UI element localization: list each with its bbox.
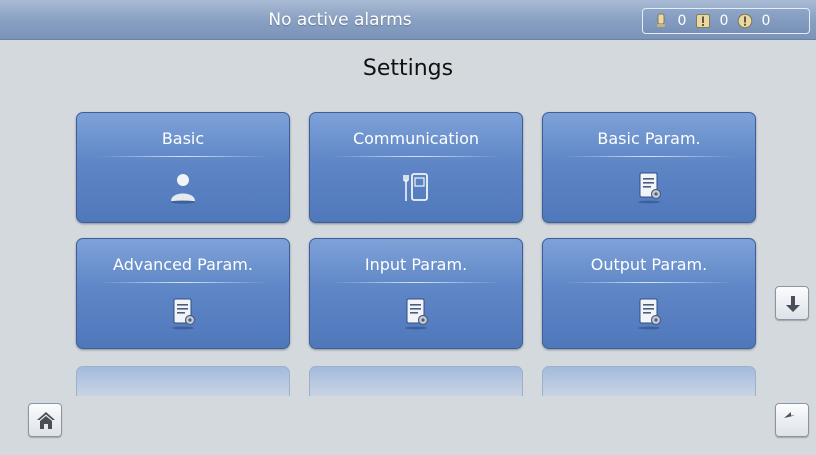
tile-label: Input Param. bbox=[364, 255, 468, 274]
minor-alarm-count: 0 bbox=[761, 13, 771, 29]
tile-output-param[interactable]: Output Param. bbox=[542, 238, 756, 349]
tile-basic-param[interactable]: Basic Param. bbox=[542, 112, 756, 223]
status-bar: No active alarms 0 0 0 bbox=[0, 0, 816, 40]
home-button[interactable] bbox=[28, 403, 62, 437]
tile-communication[interactable]: Communication bbox=[309, 112, 523, 223]
major-alarm-count: 0 bbox=[719, 13, 729, 29]
tile-next-row-partial bbox=[542, 366, 756, 396]
tile-divider bbox=[330, 156, 502, 157]
back-button[interactable] bbox=[775, 403, 809, 437]
tile-label: Basic bbox=[161, 129, 205, 148]
tile-label: Basic Param. bbox=[597, 129, 701, 148]
tile-label: Communication bbox=[352, 129, 480, 148]
page-title: Settings bbox=[362, 56, 454, 81]
tile-advanced-param[interactable]: Advanced Param. bbox=[76, 238, 290, 349]
home-icon bbox=[37, 412, 55, 429]
tile-divider bbox=[563, 282, 735, 283]
critical-alarm-icon bbox=[657, 13, 665, 27]
tile-label: Output Param. bbox=[590, 255, 708, 274]
tile-divider bbox=[97, 156, 269, 157]
document-settings-icon bbox=[638, 172, 662, 204]
alarm-status-text: No active alarms bbox=[268, 10, 412, 30]
alarm-counters-button[interactable]: 0 0 0 bbox=[642, 8, 810, 34]
user-icon bbox=[171, 174, 195, 204]
back-arrow-icon bbox=[784, 412, 795, 418]
document-settings-icon bbox=[172, 298, 196, 330]
document-settings-icon bbox=[405, 298, 429, 330]
tile-label: Advanced Param. bbox=[113, 255, 253, 274]
tile-next-row-partial bbox=[76, 366, 290, 396]
tile-input-param[interactable]: Input Param. bbox=[309, 238, 523, 349]
scroll-down-button[interactable] bbox=[775, 286, 809, 320]
tile-divider bbox=[97, 282, 269, 283]
document-settings-icon bbox=[638, 298, 662, 330]
tile-divider bbox=[563, 156, 735, 157]
major-alarm-icon bbox=[696, 14, 710, 28]
minor-alarm-icon bbox=[737, 13, 753, 29]
tile-basic[interactable]: Basic bbox=[76, 112, 290, 223]
tile-divider bbox=[330, 282, 502, 283]
critical-alarm-count: 0 bbox=[677, 13, 687, 29]
communication-icon bbox=[403, 173, 428, 201]
tile-next-row-partial bbox=[309, 366, 523, 396]
arrow-down-icon bbox=[786, 296, 800, 312]
